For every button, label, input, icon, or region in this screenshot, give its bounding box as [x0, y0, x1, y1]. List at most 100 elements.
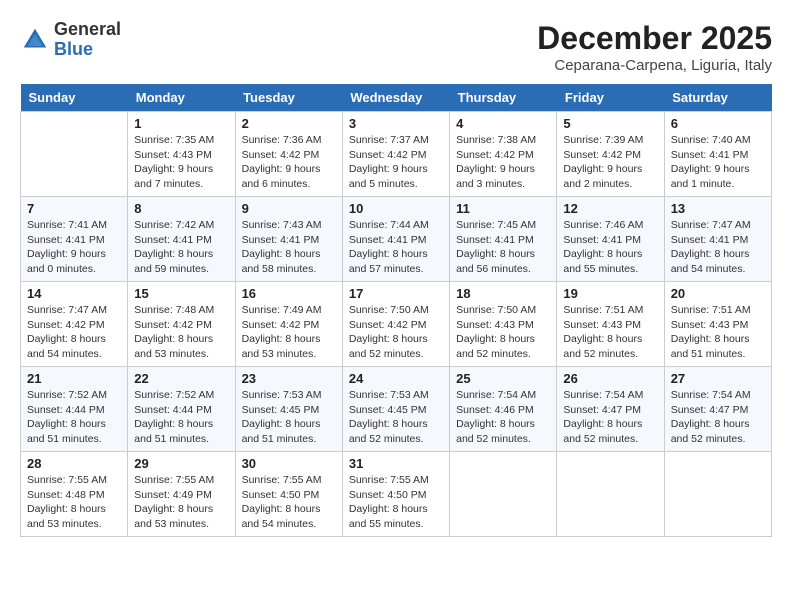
calendar-cell: 1 Sunrise: 7:35 AM Sunset: 4:43 PM Daylig…	[128, 112, 235, 197]
calendar-week-row: 7 Sunrise: 7:41 AM Sunset: 4:41 PM Daylig…	[21, 197, 772, 282]
calendar-cell: 30 Sunrise: 7:55 AM Sunset: 4:50 PM Dayli…	[235, 452, 342, 537]
weekday-header-tuesday: Tuesday	[235, 84, 342, 112]
day-number: 5	[563, 116, 657, 131]
calendar-cell: 31 Sunrise: 7:55 AM Sunset: 4:50 PM Dayli…	[342, 452, 449, 537]
calendar-cell: 10 Sunrise: 7:44 AM Sunset: 4:41 PM Dayli…	[342, 197, 449, 282]
day-info: Sunrise: 7:55 AM Sunset: 4:50 PM Dayligh…	[349, 473, 443, 532]
day-number: 9	[242, 201, 336, 216]
day-number: 20	[671, 286, 765, 301]
day-number: 14	[27, 286, 121, 301]
day-number: 12	[563, 201, 657, 216]
day-info: Sunrise: 7:35 AM Sunset: 4:43 PM Dayligh…	[134, 133, 228, 192]
day-number: 11	[456, 201, 550, 216]
day-number: 30	[242, 456, 336, 471]
day-number: 18	[456, 286, 550, 301]
calendar-cell	[21, 112, 128, 197]
day-info: Sunrise: 7:54 AM Sunset: 4:47 PM Dayligh…	[563, 388, 657, 447]
day-info: Sunrise: 7:55 AM Sunset: 4:49 PM Dayligh…	[134, 473, 228, 532]
calendar-cell: 20 Sunrise: 7:51 AM Sunset: 4:43 PM Dayli…	[664, 282, 771, 367]
day-number: 28	[27, 456, 121, 471]
day-number: 16	[242, 286, 336, 301]
day-info: Sunrise: 7:45 AM Sunset: 4:41 PM Dayligh…	[456, 218, 550, 277]
calendar-cell: 19Sunrise: 7:51 AM Sunset: 4:43 PM Dayli…	[557, 282, 664, 367]
day-number: 29	[134, 456, 228, 471]
calendar-cell: 21 Sunrise: 7:52 AM Sunset: 4:44 PM Dayli…	[21, 367, 128, 452]
page-header: General Blue December 2025 Ceparana-Carp…	[20, 20, 772, 74]
day-number: 27	[671, 371, 765, 386]
weekday-header-wednesday: Wednesday	[342, 84, 449, 112]
calendar-cell	[450, 452, 557, 537]
calendar-cell: 8 Sunrise: 7:42 AM Sunset: 4:41 PM Daylig…	[128, 197, 235, 282]
day-info: Sunrise: 7:41 AM Sunset: 4:41 PM Dayligh…	[27, 218, 121, 277]
day-number: 15	[134, 286, 228, 301]
day-number: 6	[671, 116, 765, 131]
day-number: 22	[134, 371, 228, 386]
day-info: Sunrise: 7:42 AM Sunset: 4:41 PM Dayligh…	[134, 218, 228, 277]
logo: General Blue	[20, 20, 121, 60]
weekday-header-sunday: Sunday	[21, 84, 128, 112]
title-block: December 2025 Ceparana-Carpena, Liguria,…	[537, 20, 772, 74]
weekday-header-row: SundayMondayTuesdayWednesdayThursdayFrid…	[21, 84, 772, 112]
weekday-header-monday: Monday	[128, 84, 235, 112]
calendar-header: SundayMondayTuesdayWednesdayThursdayFrid…	[21, 84, 772, 112]
weekday-header-saturday: Saturday	[664, 84, 771, 112]
day-info: Sunrise: 7:40 AM Sunset: 4:41 PM Dayligh…	[671, 133, 765, 192]
day-info: Sunrise: 7:53 AM Sunset: 4:45 PM Dayligh…	[349, 388, 443, 447]
calendar-week-row: 14 Sunrise: 7:47 AM Sunset: 4:42 PM Dayli…	[21, 282, 772, 367]
weekday-header-friday: Friday	[557, 84, 664, 112]
day-number: 25	[456, 371, 550, 386]
calendar-cell: 6 Sunrise: 7:40 AM Sunset: 4:41 PM Daylig…	[664, 112, 771, 197]
day-info: Sunrise: 7:51 AM Sunset: 4:43 PM Dayligh…	[671, 303, 765, 362]
calendar-body: 1 Sunrise: 7:35 AM Sunset: 4:43 PM Daylig…	[21, 112, 772, 537]
calendar-cell: 4Sunrise: 7:38 AM Sunset: 4:42 PM Daylig…	[450, 112, 557, 197]
day-info: Sunrise: 7:44 AM Sunset: 4:41 PM Dayligh…	[349, 218, 443, 277]
day-info: Sunrise: 7:52 AM Sunset: 4:44 PM Dayligh…	[134, 388, 228, 447]
day-number: 23	[242, 371, 336, 386]
day-number: 7	[27, 201, 121, 216]
calendar-cell	[557, 452, 664, 537]
calendar-cell: 28 Sunrise: 7:55 AM Sunset: 4:48 PM Dayli…	[21, 452, 128, 537]
calendar-cell: 3 Sunrise: 7:37 AM Sunset: 4:42 PM Daylig…	[342, 112, 449, 197]
day-info: Sunrise: 7:47 AM Sunset: 4:42 PM Dayligh…	[27, 303, 121, 362]
day-number: 31	[349, 456, 443, 471]
calendar-cell: 27 Sunrise: 7:54 AM Sunset: 4:47 PM Dayli…	[664, 367, 771, 452]
day-number: 10	[349, 201, 443, 216]
day-number: 3	[349, 116, 443, 131]
calendar-cell: 11 Sunrise: 7:45 AM Sunset: 4:41 PM Dayli…	[450, 197, 557, 282]
day-info: Sunrise: 7:55 AM Sunset: 4:50 PM Dayligh…	[242, 473, 336, 532]
day-info: Sunrise: 7:51 AM Sunset: 4:43 PM Dayligh…	[563, 303, 657, 362]
day-number: 21	[27, 371, 121, 386]
day-number: 8	[134, 201, 228, 216]
day-info: Sunrise: 7:39 AM Sunset: 4:42 PM Dayligh…	[563, 133, 657, 192]
day-number: 24	[349, 371, 443, 386]
day-info: Sunrise: 7:52 AM Sunset: 4:44 PM Dayligh…	[27, 388, 121, 447]
calendar-cell: 29 Sunrise: 7:55 AM Sunset: 4:49 PM Dayli…	[128, 452, 235, 537]
logo-icon	[20, 25, 50, 55]
day-number: 17	[349, 286, 443, 301]
calendar-cell: 9Sunrise: 7:43 AM Sunset: 4:41 PM Daylig…	[235, 197, 342, 282]
day-info: Sunrise: 7:55 AM Sunset: 4:48 PM Dayligh…	[27, 473, 121, 532]
day-info: Sunrise: 7:46 AM Sunset: 4:41 PM Dayligh…	[563, 218, 657, 277]
day-info: Sunrise: 7:37 AM Sunset: 4:42 PM Dayligh…	[349, 133, 443, 192]
day-info: Sunrise: 7:54 AM Sunset: 4:47 PM Dayligh…	[671, 388, 765, 447]
location: Ceparana-Carpena, Liguria, Italy	[537, 57, 772, 74]
day-info: Sunrise: 7:38 AM Sunset: 4:42 PM Dayligh…	[456, 133, 550, 192]
calendar-week-row: 21 Sunrise: 7:52 AM Sunset: 4:44 PM Dayli…	[21, 367, 772, 452]
calendar-cell: 16 Sunrise: 7:49 AM Sunset: 4:42 PM Dayli…	[235, 282, 342, 367]
day-info: Sunrise: 7:49 AM Sunset: 4:42 PM Dayligh…	[242, 303, 336, 362]
day-info: Sunrise: 7:50 AM Sunset: 4:42 PM Dayligh…	[349, 303, 443, 362]
weekday-header-thursday: Thursday	[450, 84, 557, 112]
calendar-cell: 24 Sunrise: 7:53 AM Sunset: 4:45 PM Dayli…	[342, 367, 449, 452]
calendar-table: SundayMondayTuesdayWednesdayThursdayFrid…	[20, 84, 772, 537]
calendar-cell: 15Sunrise: 7:48 AM Sunset: 4:42 PM Dayli…	[128, 282, 235, 367]
calendar-cell: 22 Sunrise: 7:52 AM Sunset: 4:44 PM Dayli…	[128, 367, 235, 452]
day-number: 2	[242, 116, 336, 131]
day-info: Sunrise: 7:36 AM Sunset: 4:42 PM Dayligh…	[242, 133, 336, 192]
calendar-cell: 23Sunrise: 7:53 AM Sunset: 4:45 PM Dayli…	[235, 367, 342, 452]
calendar-cell: 2 Sunrise: 7:36 AM Sunset: 4:42 PM Daylig…	[235, 112, 342, 197]
day-info: Sunrise: 7:47 AM Sunset: 4:41 PM Dayligh…	[671, 218, 765, 277]
month-title: December 2025	[537, 20, 772, 57]
day-number: 1	[134, 116, 228, 131]
logo-general-text: General	[54, 19, 121, 39]
calendar-week-row: 1 Sunrise: 7:35 AM Sunset: 4:43 PM Daylig…	[21, 112, 772, 197]
